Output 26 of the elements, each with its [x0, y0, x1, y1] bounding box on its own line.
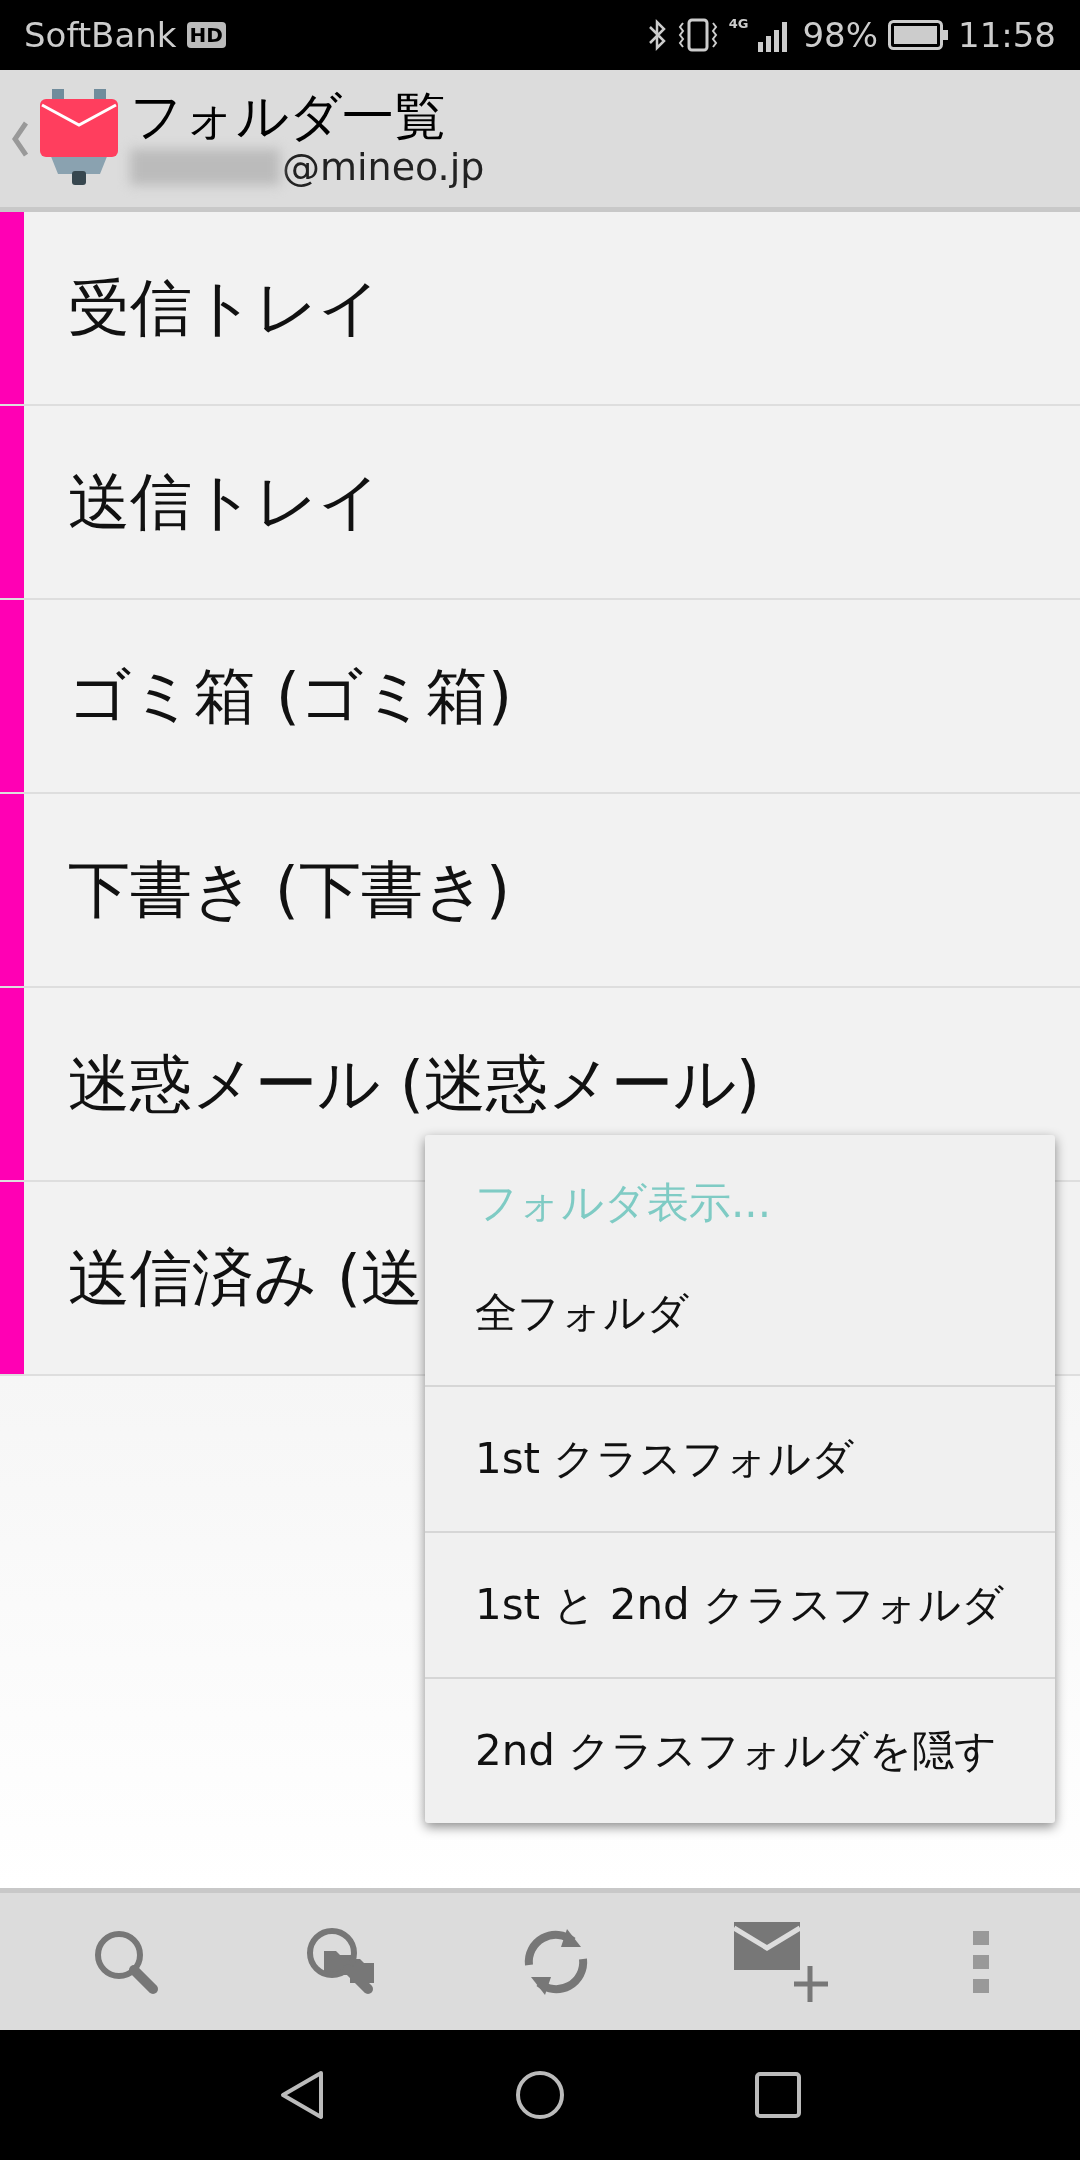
folder-name: 下書き (下書き) [67, 852, 511, 928]
folder-name: 受信トレイ [67, 270, 381, 346]
folder-name: 送信トレイ [67, 464, 381, 540]
screen-title: フォルダ一覧 [130, 87, 447, 146]
menu-item[interactable]: 1st と 2nd クラスフォルダ [425, 1531, 1055, 1677]
battery-icon [888, 20, 948, 50]
menu-item[interactable]: 2nd クラスフォルダを隠す [425, 1677, 1055, 1823]
new-mail-icon[interactable] [733, 1921, 830, 2002]
overflow-menu-icon[interactable] [972, 1930, 989, 1993]
folder-name: 送信済み (送 [67, 1240, 423, 1316]
back-icon[interactable] [279, 2070, 325, 2120]
account-email: @mineo.jp [282, 145, 485, 190]
battery-percent: 98% [802, 15, 878, 55]
folder-name: 迷惑メール (迷惑メール) [67, 1046, 761, 1122]
carrier-name: SoftBank [24, 15, 177, 55]
bluetooth-icon [646, 17, 667, 53]
folder-name: ゴミ箱 (ゴミ箱) [67, 658, 513, 734]
network-type: 4G [728, 16, 749, 31]
clock-time: 11:58 [958, 15, 1056, 55]
hd-badge: HD [186, 22, 226, 48]
menu-item[interactable]: 全フォルダ [425, 1241, 1055, 1385]
home-icon[interactable] [515, 2070, 565, 2120]
menu-title: フォルダ表示... [474, 1177, 773, 1229]
vibrate-icon [676, 17, 719, 53]
recents-icon[interactable] [755, 2072, 801, 2118]
menu-item[interactable]: 1st クラスフォルダ [425, 1385, 1055, 1531]
